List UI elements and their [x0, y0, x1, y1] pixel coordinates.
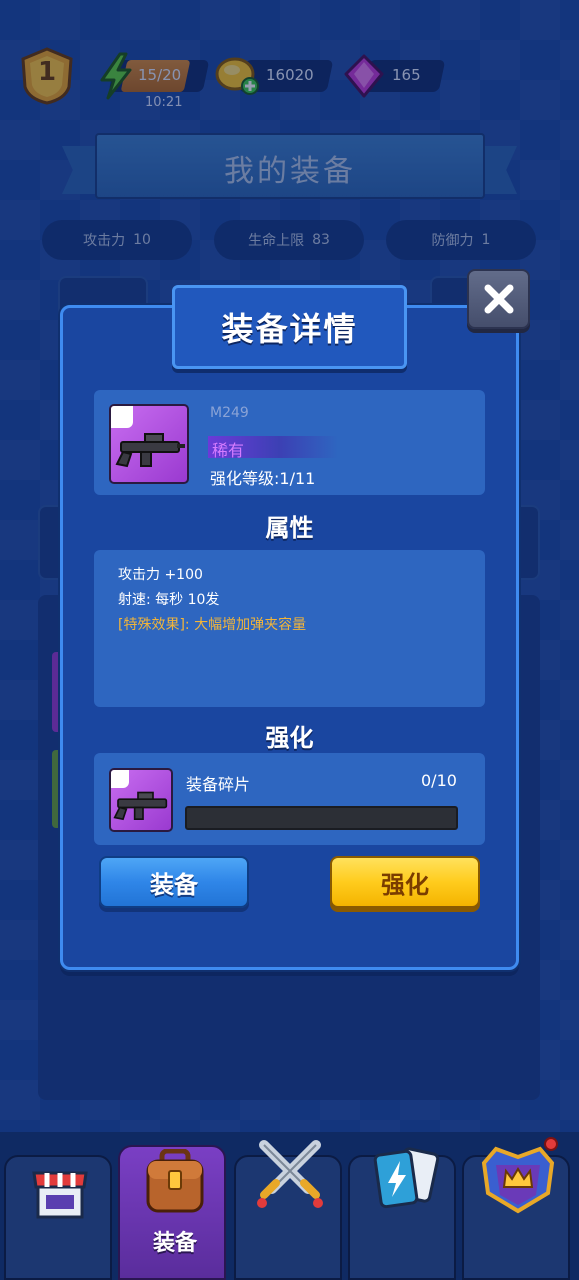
- item-name: M249: [210, 405, 249, 421]
- nav-tab-battle[interactable]: [234, 1140, 342, 1280]
- attribute-fire-rate: 射速: 每秒 10发: [118, 592, 220, 608]
- enhance-level: 强化等级:1/11: [210, 469, 316, 488]
- machine-gun-icon: [115, 433, 185, 468]
- nav-tab-label: 装备: [152, 1231, 197, 1256]
- crossed-swords-icon: [257, 1140, 323, 1208]
- upgrade-button[interactable]: 强化: [330, 856, 480, 908]
- equip-button[interactable]: 装备: [99, 856, 249, 908]
- cards-icon: [373, 1147, 440, 1209]
- nav-tab-cards[interactable]: [348, 1147, 456, 1280]
- crown-shield-icon: [481, 1146, 555, 1214]
- item-rarity: 稀有: [212, 441, 245, 460]
- nav-tab-shop[interactable]: [4, 1155, 112, 1280]
- close-icon: [484, 284, 513, 314]
- close-button[interactable]: [467, 269, 530, 329]
- machine-gun-icon: [113, 791, 168, 821]
- attribute-attack: 攻击力 +100: [118, 567, 203, 583]
- shard-count: 0/10: [421, 771, 457, 790]
- shard-icon: [109, 768, 173, 832]
- attribute-special-effect: [特殊效果]: 大幅增加弹夹容量: [118, 617, 307, 633]
- weapon-portrait: [109, 404, 189, 484]
- backpack-icon: [146, 1149, 204, 1213]
- upgrade-heading: 强化: [265, 724, 314, 752]
- modal-title: 装备详情: [221, 310, 358, 348]
- shard-progress-bar: [185, 806, 458, 830]
- nav-tab-equipment[interactable]: [118, 1145, 226, 1280]
- attributes-heading: 属性: [265, 514, 314, 542]
- shop-icon: [32, 1171, 88, 1219]
- shard-label: 装备碎片: [186, 775, 251, 794]
- nav-tab-rank[interactable]: [462, 1146, 570, 1280]
- notification-dot: [544, 1137, 558, 1151]
